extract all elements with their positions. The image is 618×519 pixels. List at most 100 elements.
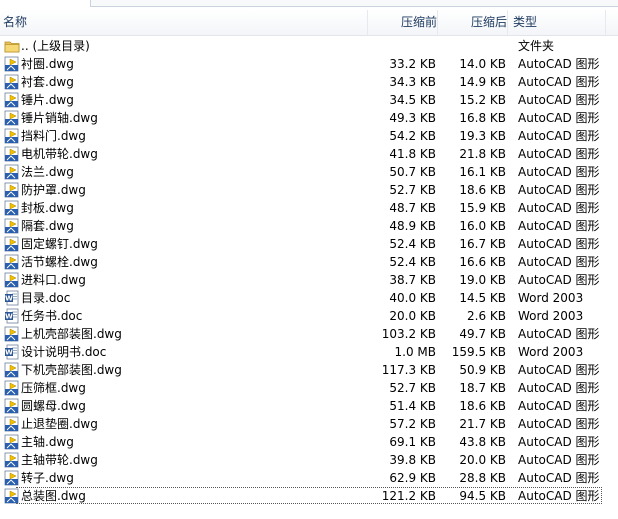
autocad-file-icon <box>4 164 20 180</box>
file-row[interactable]: 上机壳部装图.dwg 103.2 KB 49.7 KB AutoCAD 图形 <box>0 325 618 343</box>
svg-text:W: W <box>5 313 13 321</box>
original-size: 54.2 KB <box>389 129 436 143</box>
file-row[interactable]: W 目录.doc 40.0 KB 14.5 KB Word 2003 <box>0 289 618 307</box>
file-name: 进料口.dwg <box>21 273 86 287</box>
file-row[interactable]: 法兰.dwg 50.7 KB 16.1 KB AutoCAD 图形 <box>0 163 618 181</box>
file-type: AutoCAD 图形 <box>518 147 600 161</box>
file-name: 任务书.doc <box>21 309 83 323</box>
original-size: 38.7 KB <box>389 273 436 287</box>
file-name: 防护罩.dwg <box>21 183 86 197</box>
word-document-icon: W <box>4 308 20 324</box>
file-type: AutoCAD 图形 <box>518 75 600 89</box>
original-size: 41.8 KB <box>389 147 436 161</box>
original-size: 52.7 KB <box>389 381 436 395</box>
svg-text:W: W <box>5 349 13 357</box>
file-row[interactable]: 封板.dwg 48.7 KB 15.9 KB AutoCAD 图形 <box>0 199 618 217</box>
file-row[interactable]: 主轴.dwg 69.1 KB 43.8 KB AutoCAD 图形 <box>0 433 618 451</box>
file-row[interactable]: 进料口.dwg 38.7 KB 19.0 KB AutoCAD 图形 <box>0 271 618 289</box>
column-original-size-header[interactable]: 压缩前 <box>368 10 438 35</box>
parent-folder-row[interactable]: .. (上级目录) 文件夹 <box>0 37 618 55</box>
compressed-size: 20.0 KB <box>459 453 506 467</box>
column-name-header[interactable]: 名称 <box>0 10 368 35</box>
file-name: 下机壳部装图.dwg <box>21 363 122 377</box>
file-row[interactable]: 下机壳部装图.dwg 117.3 KB 50.9 KB AutoCAD 图形 <box>0 361 618 379</box>
file-row[interactable]: 止退垫圈.dwg 57.2 KB 21.7 KB AutoCAD 图形 <box>0 415 618 433</box>
original-size: 40.0 KB <box>389 291 436 305</box>
compressed-size: 16.6 KB <box>459 255 506 269</box>
file-row[interactable]: 主轴带轮.dwg 39.8 KB 20.0 KB AutoCAD 图形 <box>0 451 618 469</box>
autocad-file-icon <box>4 398 20 414</box>
original-size: 51.4 KB <box>389 399 436 413</box>
original-size: 52.7 KB <box>389 183 436 197</box>
file-type: AutoCAD 图形 <box>518 417 600 431</box>
compressed-size: 15.2 KB <box>459 93 506 107</box>
original-size: 69.1 KB <box>389 435 436 449</box>
compressed-size: 159.5 KB <box>451 345 506 359</box>
original-size: 33.2 KB <box>389 57 436 71</box>
compressed-size: 21.8 KB <box>459 147 506 161</box>
autocad-file-icon <box>4 128 20 144</box>
file-row[interactable]: W 任务书.doc 20.0 KB 2.6 KB Word 2003 <box>0 307 618 325</box>
column-type-header[interactable]: 类型 <box>508 10 606 35</box>
file-name: 法兰.dwg <box>21 165 74 179</box>
file-row[interactable]: 电机带轮.dwg 41.8 KB 21.8 KB AutoCAD 图形 <box>0 145 618 163</box>
file-row[interactable]: 压筛框.dwg 52.7 KB 18.7 KB AutoCAD 图形 <box>0 379 618 397</box>
original-size: 50.7 KB <box>389 165 436 179</box>
file-type: Word 2003 <box>518 345 584 359</box>
original-size: 49.3 KB <box>389 111 436 125</box>
autocad-file-icon <box>4 380 20 396</box>
file-type: Word 2003 <box>518 309 584 323</box>
compressed-size: 16.0 KB <box>459 219 506 233</box>
file-row[interactable]: 总装图.dwg 121.2 KB 94.5 KB AutoCAD 图形 <box>0 487 618 505</box>
file-type: AutoCAD 图形 <box>518 111 600 125</box>
compressed-size: 18.7 KB <box>459 381 506 395</box>
file-type: AutoCAD 图形 <box>518 453 600 467</box>
file-name: 总装图.dwg <box>21 489 86 503</box>
word-document-icon: W <box>4 290 20 306</box>
file-type: AutoCAD 图形 <box>518 201 600 215</box>
file-type: AutoCAD 图形 <box>518 165 600 179</box>
file-row[interactable]: 锤片销轴.dwg 49.3 KB 16.8 KB AutoCAD 图形 <box>0 109 618 127</box>
file-row[interactable]: 衬套.dwg 34.3 KB 14.9 KB AutoCAD 图形 <box>0 73 618 91</box>
compressed-size: 2.6 KB <box>467 309 506 323</box>
compressed-size: 16.8 KB <box>459 111 506 125</box>
file-type: AutoCAD 图形 <box>518 255 600 269</box>
file-row[interactable]: 转子.dwg 62.9 KB 28.8 KB AutoCAD 图形 <box>0 469 618 487</box>
column-extra-header[interactable] <box>606 10 618 35</box>
autocad-file-icon <box>4 182 20 198</box>
address-bar-edge <box>90 0 618 7</box>
file-name: 主轴.dwg <box>21 435 74 449</box>
compressed-size: 18.6 KB <box>459 399 506 413</box>
file-name: 电机带轮.dwg <box>21 147 98 161</box>
compressed-size: 16.1 KB <box>459 165 506 179</box>
original-size: 34.3 KB <box>389 75 436 89</box>
word-document-icon: W <box>4 344 20 360</box>
svg-text:W: W <box>5 295 13 303</box>
column-compressed-size-header[interactable]: 压缩后 <box>438 10 508 35</box>
file-type: AutoCAD 图形 <box>518 363 600 377</box>
compressed-size: 43.8 KB <box>459 435 506 449</box>
compressed-size: 19.0 KB <box>459 273 506 287</box>
compressed-size: 19.3 KB <box>459 129 506 143</box>
file-row[interactable]: 固定螺钉.dwg 52.4 KB 16.7 KB AutoCAD 图形 <box>0 235 618 253</box>
file-row[interactable]: 锤片.dwg 34.5 KB 15.2 KB AutoCAD 图形 <box>0 91 618 109</box>
file-name: 止退垫圈.dwg <box>21 417 98 431</box>
original-size: 57.2 KB <box>389 417 436 431</box>
file-row[interactable]: 衬圈.dwg 33.2 KB 14.0 KB AutoCAD 图形 <box>0 55 618 73</box>
file-row[interactable]: 挡料门.dwg 54.2 KB 19.3 KB AutoCAD 图形 <box>0 127 618 145</box>
autocad-file-icon <box>4 146 20 162</box>
original-size: 62.9 KB <box>389 471 436 485</box>
file-row[interactable]: 活节螺栓.dwg 52.4 KB 16.6 KB AutoCAD 图形 <box>0 253 618 271</box>
compressed-size: 16.7 KB <box>459 237 506 251</box>
file-name: 衬圈.dwg <box>21 57 74 71</box>
file-row[interactable]: 圆螺母.dwg 51.4 KB 18.6 KB AutoCAD 图形 <box>0 397 618 415</box>
file-name: 压筛框.dwg <box>21 381 86 395</box>
file-row[interactable]: 防护罩.dwg 52.7 KB 18.6 KB AutoCAD 图形 <box>0 181 618 199</box>
file-name: 挡料门.dwg <box>21 129 86 143</box>
file-row[interactable]: W 设计说明书.doc 1.0 MB 159.5 KB Word 2003 <box>0 343 618 361</box>
file-row[interactable]: 隔套.dwg 48.9 KB 16.0 KB AutoCAD 图形 <box>0 217 618 235</box>
autocad-file-icon <box>4 254 20 270</box>
file-type: AutoCAD 图形 <box>518 381 600 395</box>
autocad-file-icon <box>4 74 20 90</box>
original-size: 48.7 KB <box>389 201 436 215</box>
